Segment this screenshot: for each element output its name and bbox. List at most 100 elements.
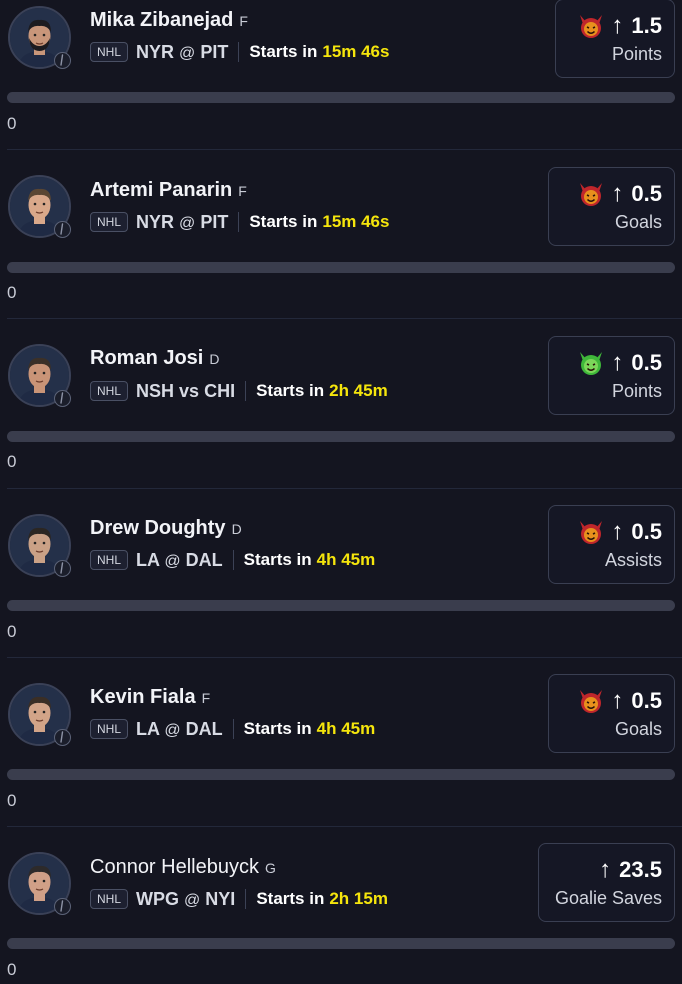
player-props-list: Mika Zibanejad F NHL NYR @ PIT Starts in 15m … bbox=[0, 0, 682, 984]
matchup: LA @ DAL bbox=[136, 550, 223, 571]
arrow-up-icon: ↑ bbox=[611, 687, 624, 714]
matchup: NYR @ PIT bbox=[136, 212, 228, 233]
player-name: Kevin Fiala bbox=[90, 686, 196, 708]
pick-card[interactable]: ↑ 0.5 Points bbox=[548, 336, 675, 415]
countdown-time: 15m 46s bbox=[322, 212, 390, 231]
pick-line: ↑ 0.5 bbox=[577, 180, 662, 208]
pick-line: ↑ 0.5 bbox=[577, 687, 662, 715]
matchup-connector: vs bbox=[179, 380, 200, 401]
progress-bar bbox=[7, 600, 675, 611]
arrow-up-icon: ↑ bbox=[611, 180, 624, 207]
pick-value: 23.5 bbox=[619, 857, 662, 882]
game-info: NHL LA @ DAL Starts in 4h 45m bbox=[90, 548, 375, 572]
matchup-connector: @ bbox=[164, 552, 181, 570]
row-divider bbox=[7, 488, 682, 489]
pick-card[interactable]: ↑ 23.5 Goalie Saves bbox=[538, 843, 675, 922]
starts-label: Starts in bbox=[256, 381, 325, 400]
starts-label: Starts in bbox=[249, 212, 318, 231]
red-devil-icon bbox=[577, 180, 605, 208]
opponent: DAL bbox=[185, 549, 223, 570]
player-name-line: Roman Josi D bbox=[90, 347, 219, 370]
league-badge: NHL bbox=[90, 719, 129, 739]
countdown-time: 15m 46s bbox=[322, 42, 390, 61]
matchup: WPG @ NYI bbox=[136, 889, 235, 910]
progress-count: 0 bbox=[7, 283, 17, 302]
pick-stat: Goalie Saves bbox=[554, 888, 662, 908]
pick-value: 0.5 bbox=[631, 181, 662, 206]
team: LA bbox=[136, 549, 160, 570]
player-name-line: Artemi Panarin F bbox=[90, 179, 247, 202]
red-devil-icon bbox=[577, 12, 605, 40]
matchup: LA @ DAL bbox=[136, 719, 223, 740]
countdown-time: 2h 15m bbox=[329, 889, 388, 908]
progress-count: 0 bbox=[7, 622, 17, 641]
player-name-line: Drew Doughty D bbox=[90, 517, 242, 540]
player-name-line: Mika Zibanejad F bbox=[90, 9, 248, 32]
opponent: PIT bbox=[200, 211, 229, 232]
team: NSH bbox=[136, 380, 175, 401]
opponent: NYI bbox=[205, 888, 236, 909]
pick-card[interactable]: ↑ 0.5 Goals bbox=[548, 674, 675, 753]
pick-line: ↑ 0.5 bbox=[577, 518, 662, 546]
player-position: D bbox=[231, 521, 242, 537]
divider bbox=[245, 381, 247, 401]
starts-label: Starts in bbox=[249, 42, 318, 61]
divider bbox=[238, 42, 240, 62]
progress-bar bbox=[7, 92, 675, 103]
green-devil-icon bbox=[577, 349, 605, 377]
progress-bar bbox=[7, 769, 675, 780]
pick-stat: Goals bbox=[614, 212, 662, 232]
divider bbox=[245, 889, 247, 909]
matchup: NYR @ PIT bbox=[136, 42, 228, 63]
row-divider bbox=[7, 657, 682, 658]
pick-line: ↑ 1.5 bbox=[577, 12, 662, 40]
player-name: Drew Doughty bbox=[90, 517, 226, 539]
progress-count: 0 bbox=[7, 114, 17, 133]
player-name: Mika Zibanejad bbox=[90, 9, 234, 31]
team-logo-icon bbox=[54, 221, 71, 238]
pick-stat: Assists bbox=[604, 550, 662, 570]
player-name: Roman Josi bbox=[90, 347, 204, 369]
matchup-connector: @ bbox=[179, 214, 196, 232]
countdown-time: 4h 45m bbox=[316, 550, 376, 569]
player-name-line: Connor Hellebuyck G bbox=[90, 856, 276, 879]
team: NYR bbox=[136, 211, 175, 232]
player-position: G bbox=[264, 860, 276, 876]
pick-card[interactable]: ↑ 0.5 Assists bbox=[548, 505, 675, 584]
player-avatar bbox=[8, 852, 71, 915]
pick-card[interactable]: ↑ 1.5 Points bbox=[555, 0, 675, 78]
divider bbox=[238, 212, 240, 232]
countdown-time: 4h 45m bbox=[316, 719, 376, 738]
red-devil-icon bbox=[577, 518, 605, 546]
team: LA bbox=[136, 718, 160, 739]
pick-line: ↑ 23.5 bbox=[599, 856, 662, 884]
matchup-connector: @ bbox=[179, 44, 196, 62]
game-info: NHL WPG @ NYI Starts in 2h 15m bbox=[90, 887, 388, 911]
player-avatar bbox=[8, 175, 71, 238]
divider bbox=[232, 719, 234, 739]
player-position: F bbox=[239, 13, 248, 29]
progress-count: 0 bbox=[7, 452, 17, 471]
team-logo-icon bbox=[54, 729, 71, 746]
pick-card[interactable]: ↑ 0.5 Goals bbox=[548, 167, 675, 246]
row-divider bbox=[7, 318, 682, 319]
player-name-line: Kevin Fiala F bbox=[90, 686, 210, 709]
opponent: CHI bbox=[204, 380, 236, 401]
pick-line: ↑ 0.5 bbox=[577, 349, 662, 377]
player-position: F bbox=[238, 183, 247, 199]
row-divider bbox=[7, 149, 682, 150]
player-name: Connor Hellebuyck bbox=[90, 856, 259, 878]
league-badge: NHL bbox=[90, 381, 129, 401]
player-position: F bbox=[201, 690, 211, 706]
progress-bar bbox=[7, 262, 675, 273]
matchup: NSH vs CHI bbox=[136, 381, 235, 402]
row-divider bbox=[7, 826, 682, 827]
pick-stat: Points bbox=[611, 44, 662, 64]
starts-label: Starts in bbox=[256, 889, 325, 908]
countdown-time: 2h 45m bbox=[329, 381, 388, 400]
pick-value: 0.5 bbox=[631, 688, 662, 713]
player-avatar bbox=[8, 344, 71, 407]
player-avatar bbox=[8, 683, 71, 746]
progress-bar bbox=[7, 431, 675, 442]
progress-bar bbox=[7, 938, 675, 949]
